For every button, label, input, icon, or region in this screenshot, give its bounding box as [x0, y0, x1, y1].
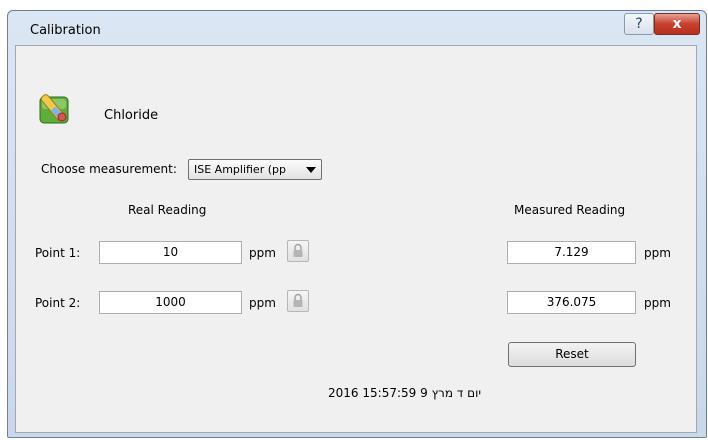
- point2-real-unit: ppm: [249, 296, 276, 310]
- measured-reading-header: Measured Reading: [514, 203, 626, 217]
- point2-label: Point 2:: [35, 296, 81, 310]
- point2-measured-field[interactable]: 376.075: [507, 291, 636, 314]
- point2-measured-unit: ppm: [644, 296, 671, 310]
- reset-button[interactable]: Reset: [508, 342, 636, 367]
- window-title: Calibration: [30, 23, 101, 38]
- chloride-sensor-icon: [39, 94, 69, 124]
- calibration-dialog: Calibration ? x Chloride Choose measurem…: [7, 10, 707, 438]
- point1-real-unit: ppm: [249, 246, 276, 260]
- measurement-selected-value: ISE Amplifier (pp: [194, 163, 286, 176]
- point1-measured-field[interactable]: 7.129: [507, 241, 636, 264]
- timestamp: יום ד מרץ 9 15:57:59 2016: [328, 386, 482, 400]
- measurement-label: Choose measurement:: [41, 162, 177, 176]
- chevron-down-icon: [306, 167, 316, 173]
- dialog-body: Chloride Choose measurement: ISE Amplifi…: [15, 45, 697, 433]
- lock-icon: [293, 293, 303, 307]
- help-button[interactable]: ?: [624, 13, 654, 35]
- measurement-select[interactable]: ISE Amplifier (pp: [188, 159, 322, 180]
- point2-real-input[interactable]: 1000: [99, 291, 242, 314]
- point2-lock-button[interactable]: [287, 290, 309, 312]
- lock-icon: [293, 243, 303, 257]
- title-bar[interactable]: Calibration ? x: [8, 11, 706, 45]
- real-reading-header: Real Reading: [128, 203, 207, 217]
- point1-lock-button[interactable]: [287, 240, 309, 262]
- point1-label: Point 1:: [35, 246, 81, 260]
- point1-measured-unit: ppm: [644, 246, 671, 260]
- close-button[interactable]: x: [654, 13, 700, 35]
- sensor-name: Chloride: [104, 108, 159, 123]
- point1-real-input[interactable]: 10: [99, 241, 242, 264]
